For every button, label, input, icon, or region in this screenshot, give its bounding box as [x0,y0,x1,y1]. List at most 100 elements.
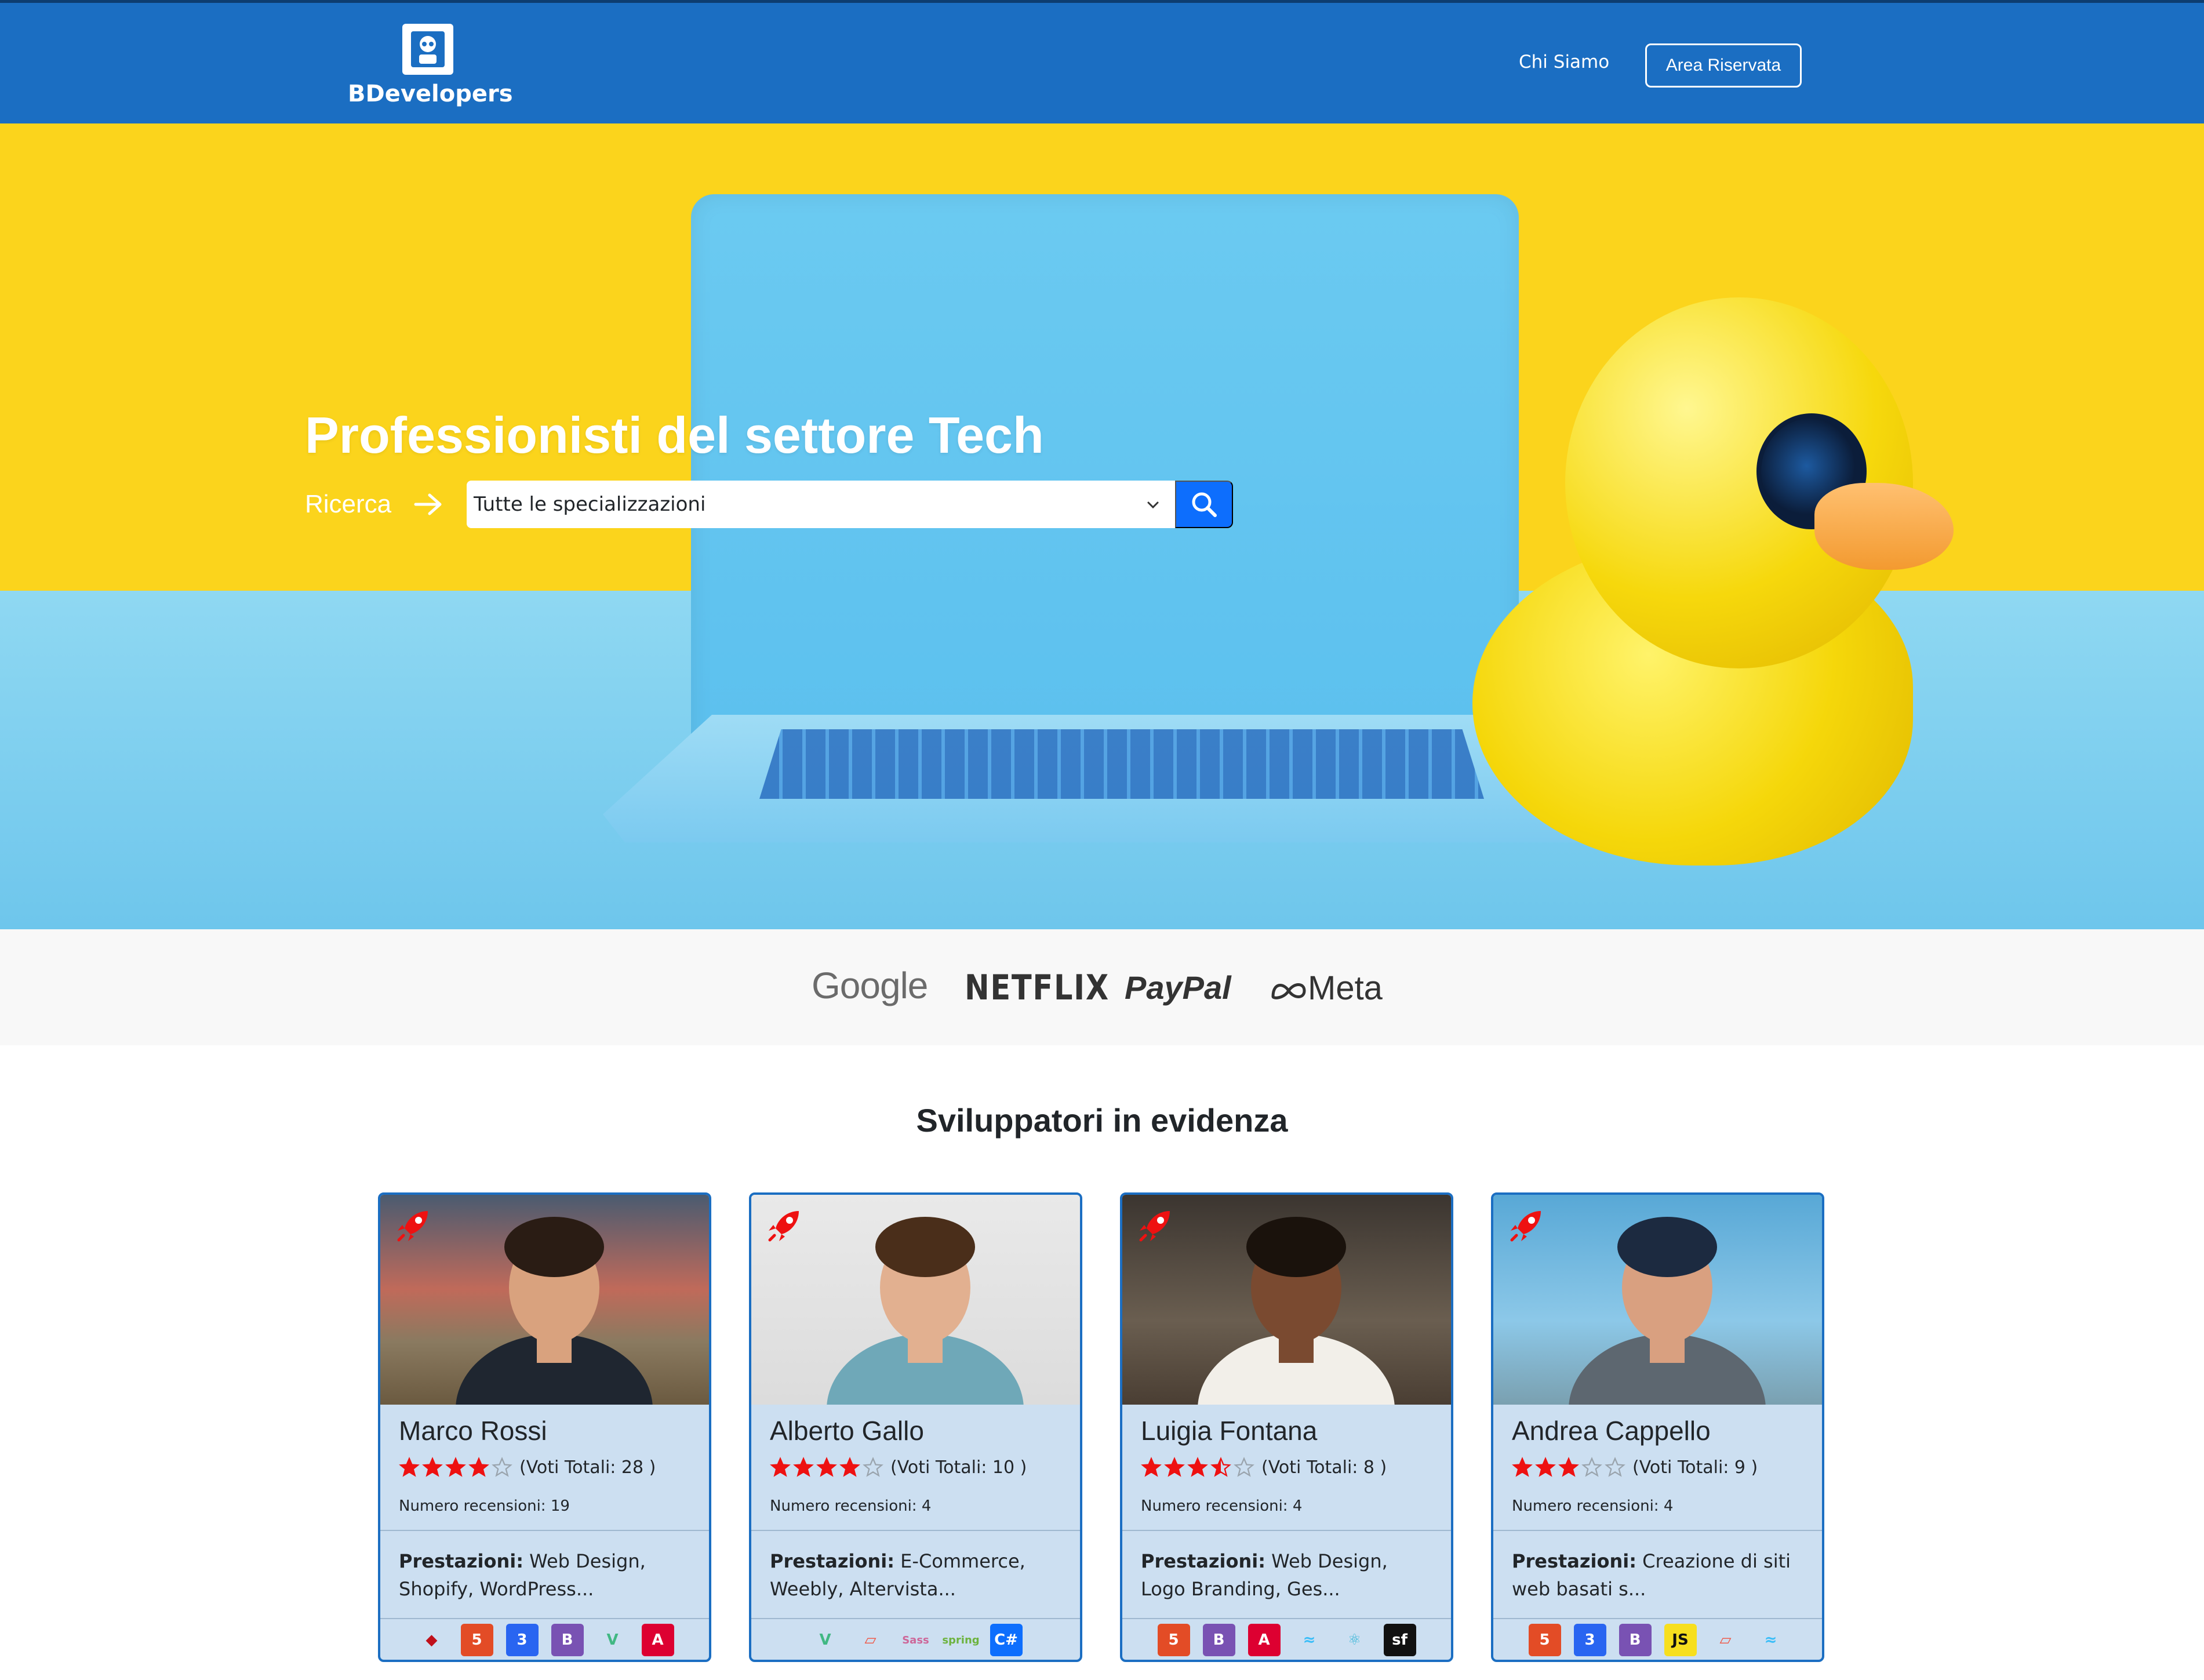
reviews-count: Numero recensioni: 4 [1512,1497,1674,1515]
rocket-icon [1139,1211,1170,1242]
developer-name[interactable]: Marco Rossi [399,1415,547,1446]
html5-icon: 5 [1528,1624,1561,1656]
symfony-icon: sf [1383,1624,1416,1656]
card-divider [380,1530,709,1531]
reviews-count: Numero recensioni: 19 [399,1497,570,1515]
developer-card[interactable]: Alberto Gallo (Voti Totali: 10 ) Numero … [749,1192,1082,1662]
angular-icon: A [1248,1624,1281,1656]
arrow-right-icon [414,493,442,515]
hero-search-row: Ricerca [305,480,443,529]
hero-duck-beak [1814,483,1954,570]
star-filled-icon [1535,1457,1556,1477]
partners-strip: Google NETFLIX PayPal Meta [0,929,2204,1045]
star-empty-icon [863,1457,883,1477]
developer-logo-icon [402,24,453,75]
star-filled-icon [399,1457,420,1477]
sass-icon: Sass [902,1634,929,1646]
services-text: Prestazioni: E-Commerce, Weebly, Altervi… [770,1547,1065,1603]
star-filled-icon [770,1457,791,1477]
rating-stars: (Voti Totali: 28 ) [399,1457,656,1478]
bootstrap-icon: B [1619,1624,1652,1656]
card-divider [1493,1530,1822,1531]
partner-logo-paypal: PayPal [1125,969,1231,1006]
star-half-icon [1210,1457,1231,1477]
vue-icon: V [606,1631,619,1649]
services-text: Prestazioni: Web Design, Logo Branding, … [1141,1547,1436,1603]
card-divider [1122,1618,1451,1619]
rating-stars: (Voti Totali: 9 ) [1512,1457,1758,1478]
meta-infinity-icon [1271,983,1306,999]
star-empty-icon [1581,1457,1602,1477]
developer-name[interactable]: Andrea Cappello [1512,1415,1711,1446]
services-label: Prestazioni: [399,1550,523,1572]
rocket-icon [1510,1211,1541,1242]
card-divider [751,1618,1080,1619]
html5-icon: 5 [1157,1624,1190,1656]
nav-link-chi-siamo[interactable]: Chi Siamo [1519,52,1609,72]
hero-title: Professionisti del settore Tech [305,406,1044,464]
votes-total: (Voti Totali: 9 ) [1632,1457,1758,1478]
tailwind-icon: ≈ [1303,1631,1316,1649]
partner-logo-meta: Meta [1270,969,1383,1008]
card-divider [1122,1530,1451,1531]
brand-name: BDevelopers [348,81,513,107]
tech-icons-row: 5 3 B JS ▱ ≈ [1493,1620,1822,1660]
star-filled-icon [816,1457,837,1477]
top-navbar: BDevelopers Chi Siamo Area Riservata [0,0,2204,123]
specialization-select-value: Tutte le specializzazioni [474,493,706,516]
reviews-count: Numero recensioni: 4 [770,1497,932,1515]
bootstrap-icon: B [1202,1624,1235,1656]
votes-total: (Voti Totali: 10 ) [890,1457,1027,1478]
services-label: Prestazioni: [1141,1550,1265,1572]
tailwind-icon: ≈ [1764,1631,1777,1649]
ruby-icon: ◆ [425,1631,438,1649]
tech-icons-row: V ▱ Sass spring C# [751,1620,1080,1660]
card-divider [1493,1618,1822,1619]
star-filled-icon [1512,1457,1533,1477]
search-icon [1192,492,1217,517]
rocket-icon [768,1211,799,1242]
star-filled-icon [1141,1457,1162,1477]
specialization-select[interactable]: Tutte le specializzazioni [467,481,1175,528]
developer-card[interactable]: Marco Rossi (Voti Totali: 28 ) Numero re… [378,1192,711,1662]
tech-icons-row: ◆ 5 3 B V A [380,1620,709,1660]
search-button[interactable] [1175,481,1233,528]
search-label: Ricerca [305,490,392,518]
rating-stars: (Voti Totali: 8 ) [1141,1457,1387,1478]
hero-banner: Professionisti del settore Tech Ricerca … [0,123,2204,929]
star-filled-icon [793,1457,814,1477]
votes-total: (Voti Totali: 8 ) [1261,1457,1387,1478]
area-riservata-button[interactable]: Area Riservata [1645,43,1802,88]
partner-logo-netflix: NETFLIX [965,968,1110,1008]
angular-icon: A [641,1624,674,1656]
star-filled-icon [422,1457,443,1477]
services-text: Prestazioni: Web Design, Shopify, WordPr… [399,1547,694,1603]
star-empty-icon [1234,1457,1254,1477]
vue-icon: V [819,1631,831,1649]
partner-meta-label: Meta [1308,969,1383,1007]
developer-card[interactable]: Luigia Fontana (Voti Totali: 8 ) Numero … [1120,1192,1453,1662]
html5-icon: 5 [460,1624,493,1656]
spring-icon: spring [942,1634,980,1646]
developer-name[interactable]: Alberto Gallo [770,1415,924,1446]
tech-icons-row: 5 B A ≈ ⚛ sf [1122,1620,1451,1660]
developer-card[interactable]: Andrea Cappello (Voti Totali: 9 ) Numero… [1491,1192,1824,1662]
react-icon: ⚛ [1347,1631,1362,1649]
css3-icon: 3 [505,1624,539,1656]
services-label: Prestazioni: [1512,1550,1636,1572]
votes-total: (Voti Totali: 28 ) [519,1457,656,1478]
star-filled-icon [1164,1457,1185,1477]
card-divider [751,1530,1080,1531]
javascript-icon: JS [1664,1624,1697,1656]
star-filled-icon [468,1457,489,1477]
csharp-icon: C# [990,1624,1023,1656]
card-divider [380,1618,709,1619]
chevron-down-icon [1147,501,1159,509]
star-filled-icon [1558,1457,1579,1477]
star-filled-icon [1187,1457,1208,1477]
developer-name[interactable]: Luigia Fontana [1141,1415,1317,1446]
rating-stars: (Voti Totali: 10 ) [770,1457,1027,1478]
brand-logo-link[interactable]: BDevelopers [348,24,513,111]
laravel-icon: ▱ [1719,1631,1732,1649]
star-filled-icon [445,1457,466,1477]
